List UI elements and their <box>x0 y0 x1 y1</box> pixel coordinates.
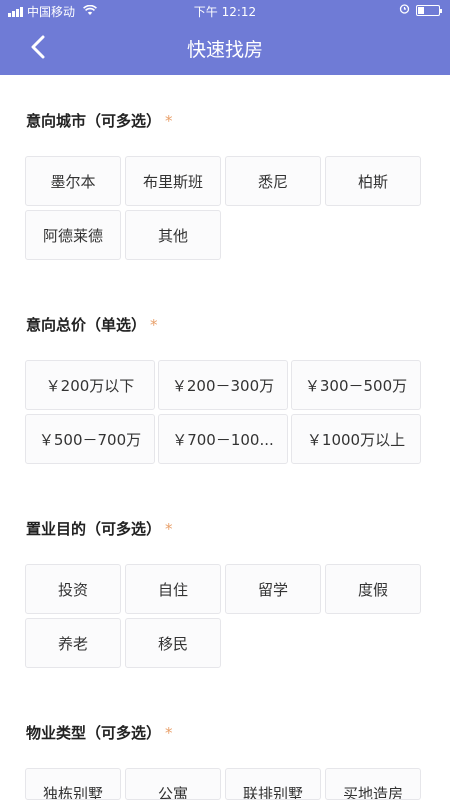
option-price[interactable]: ￥700－100... <box>158 414 288 464</box>
option-price[interactable]: ￥500－700万 <box>25 414 155 464</box>
required-star: * <box>165 724 173 742</box>
required-star: * <box>150 316 158 334</box>
section-title-text: 意向城市（可多选） <box>26 112 162 130</box>
required-star: * <box>165 112 173 130</box>
option-price[interactable]: ￥300－500万 <box>291 360 421 410</box>
option-city[interactable]: 柏斯 <box>325 156 421 206</box>
option-city[interactable]: 阿德莱德 <box>25 210 121 260</box>
option-city[interactable]: 其他 <box>125 210 221 260</box>
section-title: 意向城市（可多选） * <box>26 110 173 131</box>
option-price[interactable]: ￥1000万以上 <box>291 414 421 464</box>
option-purpose[interactable]: 移民 <box>125 618 221 668</box>
option-city[interactable]: 布里斯班 <box>125 156 221 206</box>
status-right <box>399 3 442 17</box>
option-city[interactable]: 墨尔本 <box>25 156 121 206</box>
header: 中国移动 下午 12:12 快速找房 <box>0 0 450 75</box>
option-price[interactable]: ￥200－300万 <box>158 360 288 410</box>
option-property-type[interactable]: 联排别墅 <box>225 768 321 800</box>
status-time: 下午 12:12 <box>193 5 257 19</box>
nav-bar: 快速找房 <box>0 22 450 75</box>
section-title: 物业类型（可多选） * <box>26 722 173 743</box>
required-star: * <box>165 520 173 538</box>
option-property-type[interactable]: 独栋别墅 <box>25 768 121 800</box>
section-title-text: 意向总价（单选） <box>26 316 147 334</box>
page-title: 快速找房 <box>186 39 263 61</box>
option-price[interactable]: ￥200万以下 <box>25 360 155 410</box>
section-title: 意向总价（单选） * <box>26 314 158 335</box>
option-property-type[interactable]: 买地造房 <box>325 768 421 800</box>
alarm-icon <box>399 3 410 17</box>
option-purpose[interactable]: 投资 <box>25 564 121 614</box>
option-purpose[interactable]: 留学 <box>225 564 321 614</box>
option-property-type[interactable]: 公寓 <box>125 768 221 800</box>
section-title-text: 置业目的（可多选） <box>26 520 162 538</box>
status-bar: 中国移动 下午 12:12 <box>0 0 450 22</box>
battery-icon <box>416 4 442 16</box>
section-title: 置业目的（可多选） * <box>26 518 173 539</box>
option-purpose[interactable]: 养老 <box>25 618 121 668</box>
option-purpose[interactable]: 自住 <box>125 564 221 614</box>
option-purpose[interactable]: 度假 <box>325 564 421 614</box>
section-title-text: 物业类型（可多选） <box>26 724 162 742</box>
option-city[interactable]: 悉尼 <box>225 156 321 206</box>
